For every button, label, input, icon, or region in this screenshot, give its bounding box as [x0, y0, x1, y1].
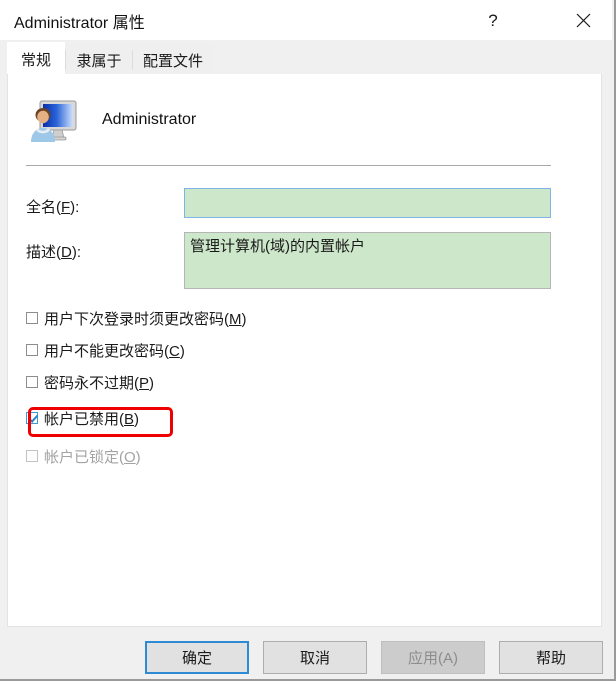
- account-name-label: Administrator: [102, 111, 197, 128]
- checkbox-label-must-change-password: 用户下次登录时须更改密码(M): [44, 310, 247, 328]
- checkbox-row-must-change-password[interactable]: 用户下次登录时须更改密码(M): [26, 307, 247, 329]
- window-title: Administrator 属性: [14, 15, 145, 32]
- general-tab-panel: Administrator 全名(F): 描述(D): 用户下次登录时须更改密码…: [7, 74, 602, 627]
- checkbox-label-password-never-expires: 密码永不过期(P): [44, 374, 155, 392]
- checkbox-row-account-locked-out: 帐户已锁定(O): [26, 445, 141, 467]
- checkbox-label-account-disabled: 帐户已禁用(B): [44, 410, 140, 428]
- user-properties-dialog: Administrator 属性 ? 常规 隶属于 配置文件 Administr…: [0, 0, 616, 681]
- checkbox-label-cannot-change-password: 用户不能更改密码(C): [44, 342, 185, 360]
- tab-member-of[interactable]: 隶属于: [66, 44, 132, 76]
- tab-strip: 常规 隶属于 配置文件: [0, 40, 612, 76]
- title-bar: Administrator 属性 ?: [0, 0, 612, 40]
- full-name-label-suffix: ):: [70, 199, 80, 216]
- tab-general-label: 常规: [20, 51, 51, 69]
- checkbox-row-cannot-change-password[interactable]: 用户不能更改密码(C): [26, 339, 185, 361]
- question-mark-icon: ?: [488, 10, 498, 30]
- user-account-icon: [31, 100, 77, 142]
- tab-profile-label: 配置文件: [143, 52, 204, 70]
- help-dialog-button[interactable]: 帮助: [499, 641, 603, 674]
- help-button[interactable]: ?: [470, 0, 516, 40]
- full-name-input[interactable]: [184, 188, 551, 218]
- header-separator: [26, 165, 551, 166]
- description-input[interactable]: [184, 232, 551, 289]
- description-label-suffix: ):: [71, 244, 82, 261]
- full-name-accel: F: [61, 199, 71, 216]
- checkbox-must-change-password[interactable]: [26, 312, 38, 324]
- close-button[interactable]: [560, 0, 606, 40]
- tab-general[interactable]: 常规: [7, 42, 65, 76]
- description-label: 描述(D):: [26, 241, 81, 262]
- checkbox-account-locked-out: [26, 450, 38, 462]
- tab-profile[interactable]: 配置文件: [133, 44, 213, 76]
- checkbox-row-account-disabled[interactable]: 帐户已禁用(B): [26, 407, 139, 429]
- checkbox-row-password-never-expires[interactable]: 密码永不过期(P): [26, 371, 154, 393]
- apply-button: 应用(A): [381, 641, 485, 674]
- description-accel: D: [61, 244, 72, 261]
- description-label-prefix: 描述(: [26, 244, 61, 261]
- cancel-button[interactable]: 取消: [263, 641, 367, 674]
- full-name-label: 全名(F):: [26, 196, 79, 217]
- checkbox-account-disabled[interactable]: [26, 412, 38, 424]
- tab-member-of-label: 隶属于: [76, 52, 122, 70]
- full-name-label-prefix: 全名(: [26, 199, 61, 216]
- close-icon: [576, 13, 590, 27]
- checkbox-password-never-expires[interactable]: [26, 376, 38, 388]
- ok-button[interactable]: 确定: [145, 641, 249, 674]
- checkbox-cannot-change-password[interactable]: [26, 344, 38, 356]
- checkbox-label-account-locked-out: 帐户已锁定(O): [44, 448, 141, 466]
